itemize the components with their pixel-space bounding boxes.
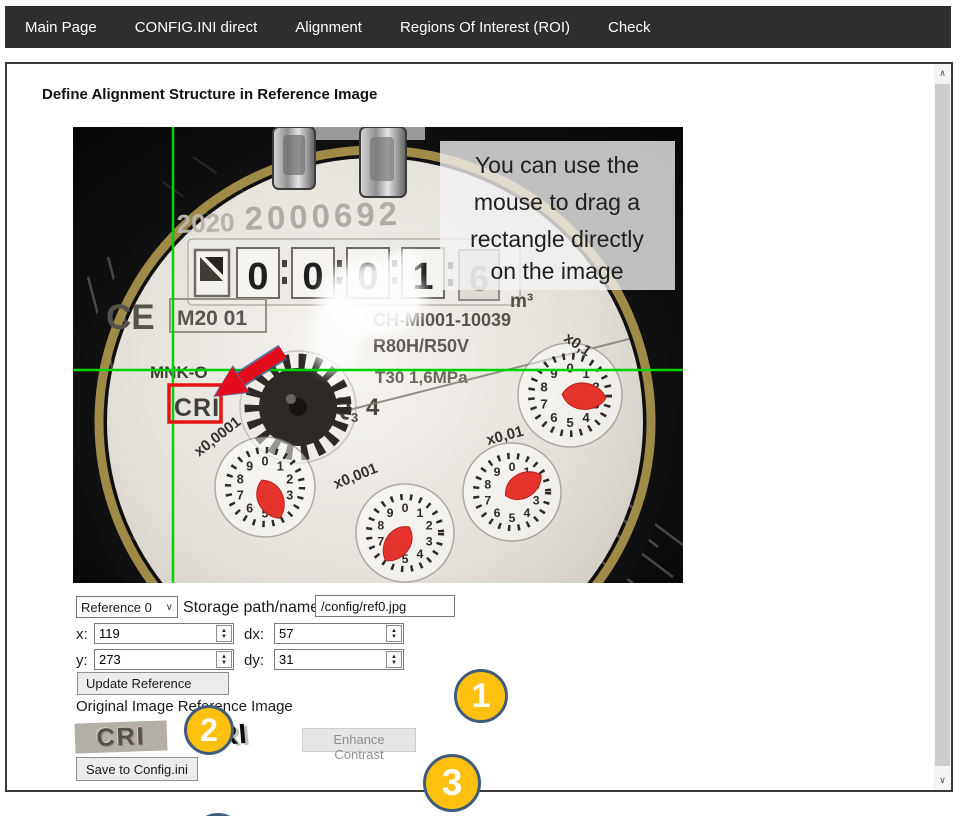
svg-text:1: 1 — [277, 460, 284, 474]
svg-text:4: 4 — [366, 394, 380, 421]
reference-select[interactable]: Reference 0 ∨ — [76, 596, 178, 618]
svg-text:0: 0 — [261, 455, 268, 469]
page-title: Define Alignment Structure in Reference … — [42, 86, 377, 103]
dy-label: dy: — [244, 652, 264, 669]
svg-text:3: 3 — [286, 489, 293, 503]
nav-item-config-ini[interactable]: CONFIG.INI direct — [135, 19, 258, 36]
y-input[interactable]: ▲ ▼ — [94, 649, 234, 670]
svg-text:on the image: on the image — [491, 258, 624, 284]
svg-text:3: 3 — [533, 493, 540, 507]
svg-text:2: 2 — [286, 473, 293, 487]
svg-text:5: 5 — [566, 415, 573, 430]
reference-image[interactable]: 2020 2000692 — [73, 127, 683, 583]
storage-path-label: Storage path/name: — [183, 599, 324, 617]
svg-text:8: 8 — [484, 478, 491, 492]
dial-x0_1: 0123456789 — [518, 343, 622, 447]
svg-text:9: 9 — [494, 465, 501, 479]
y-spinner[interactable]: ▲ ▼ — [216, 651, 232, 668]
x-input[interactable]: ▲ ▼ — [94, 623, 234, 644]
nav-item-main-page[interactable]: Main Page — [25, 19, 97, 36]
dx-spinner[interactable]: ▲ ▼ — [386, 625, 402, 642]
dy-input[interactable]: ▲ ▼ — [274, 649, 404, 670]
svg-text:8: 8 — [237, 473, 244, 487]
meter-unit: m³ — [510, 291, 533, 312]
meter-ratio: R80H/R50V — [373, 336, 469, 356]
nav-item-alignment[interactable]: Alignment — [295, 19, 362, 36]
original-image-crop: CRI — [75, 720, 168, 753]
callout-2: 2 — [184, 705, 234, 755]
image-comparison-heading: Original Image Reference Image — [76, 698, 293, 715]
dial-x0_01: 0123456789 — [463, 443, 561, 541]
svg-text:You can use the: You can use the — [475, 152, 639, 178]
svg-text:0: 0 — [566, 361, 573, 376]
meter-cri: CRI — [174, 394, 220, 422]
callout-1: 1 — [454, 669, 508, 723]
svg-text:5: 5 — [509, 511, 516, 525]
svg-text:9: 9 — [387, 506, 394, 520]
svg-text:8: 8 — [377, 519, 384, 533]
svg-text:mouse to drag a: mouse to drag a — [474, 189, 640, 215]
meter-approval: M20 01 — [177, 307, 247, 330]
svg-text:6: 6 — [494, 506, 501, 520]
svg-text:1: 1 — [417, 506, 424, 520]
svg-text:1: 1 — [582, 366, 589, 381]
svg-text:rectangle directly: rectangle directly — [470, 226, 644, 252]
x-spinner[interactable]: ▲ ▼ — [216, 625, 232, 642]
scrollbar[interactable]: ∧ ∨ — [934, 64, 951, 790]
svg-text:4: 4 — [417, 547, 424, 561]
hint-overlay: You can use the mouse to drag a rectangl… — [440, 141, 675, 290]
dx-input[interactable]: ▲ ▼ — [274, 623, 404, 644]
svg-text:6: 6 — [550, 410, 557, 425]
meter-year-ghost: 2020 — [176, 207, 235, 239]
spinner-down-icon[interactable]: ▼ — [221, 634, 227, 640]
enhance-contrast-button[interactable]: Enhance Contrast — [302, 728, 416, 752]
svg-text:0: 0 — [402, 501, 409, 515]
app-window: Main Page CONFIG.INI direct Alignment Re… — [0, 0, 960, 816]
dial-x0_0001: 0123456789 — [215, 437, 315, 537]
svg-text:0: 0 — [302, 256, 323, 298]
reference-select-value: Reference 0 — [81, 600, 152, 615]
svg-text:4: 4 — [582, 410, 590, 425]
callout-3: 3 — [423, 754, 481, 812]
svg-text:0: 0 — [247, 256, 268, 298]
svg-text:9: 9 — [246, 460, 253, 474]
scroll-down-button[interactable]: ∨ — [934, 771, 951, 790]
spinner-down-icon[interactable]: ▼ — [391, 634, 397, 640]
svg-text:8: 8 — [540, 379, 547, 394]
svg-text:7: 7 — [237, 489, 244, 503]
svg-text:7: 7 — [540, 396, 547, 411]
svg-text:0: 0 — [509, 460, 516, 474]
nav-item-check[interactable]: Check — [608, 19, 651, 36]
scroll-thumb[interactable] — [935, 84, 950, 766]
dy-spinner[interactable]: ▲ ▼ — [386, 651, 402, 668]
spinner-down-icon[interactable]: ▼ — [391, 660, 397, 666]
svg-text:2: 2 — [426, 519, 433, 533]
navbar: Main Page CONFIG.INI direct Alignment Re… — [5, 6, 951, 48]
y-label: y: — [76, 652, 88, 669]
svg-text:3: 3 — [426, 534, 433, 548]
svg-text:4: 4 — [524, 506, 531, 520]
meter-serial-ghost: 2000692 — [244, 195, 402, 237]
meter-brand: MNK-O — [150, 363, 208, 382]
meter-ce: CE — [106, 298, 155, 337]
x-label: x: — [76, 626, 88, 643]
content-frame: Define Alignment Structure in Reference … — [5, 62, 953, 792]
save-to-config-button[interactable]: Save to Config.ini — [76, 757, 198, 781]
svg-text:9: 9 — [550, 366, 557, 381]
dx-label: dx: — [244, 626, 264, 643]
scroll-up-button[interactable]: ∧ — [934, 64, 951, 83]
chevron-down-icon: ∨ — [166, 602, 173, 613]
dial-x0_001: 0123456789 — [356, 484, 454, 582]
spinner-down-icon[interactable]: ▼ — [221, 660, 227, 666]
update-reference-button[interactable]: Update Reference — [77, 672, 229, 695]
svg-text:6: 6 — [246, 502, 253, 516]
storage-path-input[interactable] — [315, 595, 455, 617]
nav-item-roi[interactable]: Regions Of Interest (ROI) — [400, 19, 570, 36]
svg-text:7: 7 — [484, 493, 491, 507]
